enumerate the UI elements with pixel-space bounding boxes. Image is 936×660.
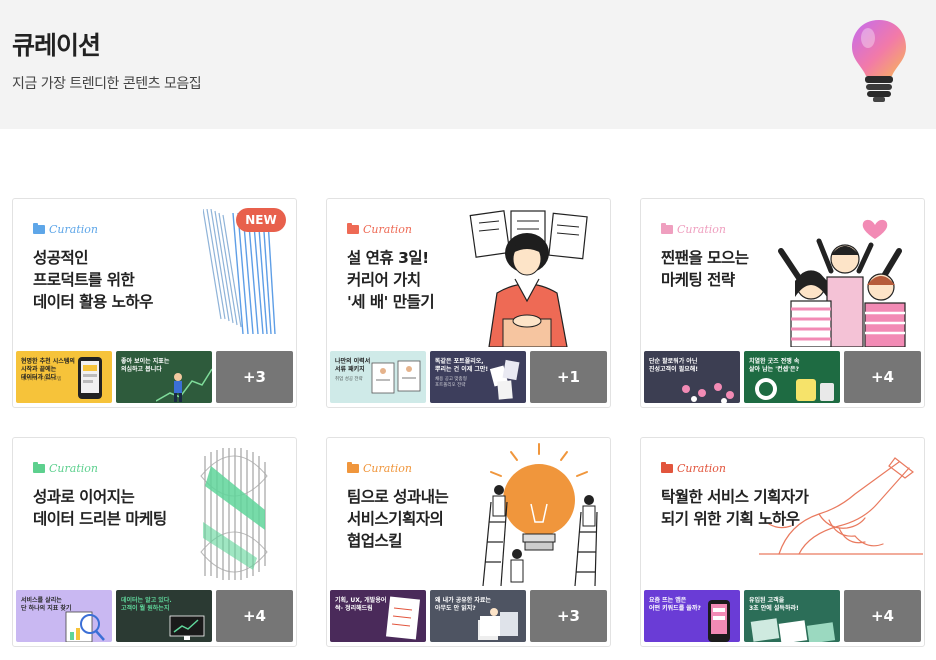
thumbnail[interactable]: 현명한 추천 시스템의 시작과 끝에는 데이터가 있다 데이터와 추천 시스템 <box>16 351 112 403</box>
tag-label: Curation <box>677 462 726 475</box>
cheering-people-illustration <box>778 219 906 347</box>
folder-icon <box>347 223 359 234</box>
card-title: 팀으로 성과내는 서비스기획자의 협업스킬 <box>347 488 449 550</box>
new-badge: NEW <box>236 208 286 232</box>
thumbnail-subtitle: 데이터와 추천 시스템 <box>21 377 62 382</box>
curation-tag: Curation <box>347 462 412 475</box>
app-phone-illustration <box>708 600 730 642</box>
tag-label: Curation <box>49 462 98 475</box>
thumbnail[interactable]: 나만의 이력서 서류 패키지 취업 성공 전략 <box>330 351 426 403</box>
thumbnail[interactable]: 똑같은 포트폴리오, 뿌리는 건 이제 그만! 채용 공고 맞춤형 포트폴리오 … <box>430 351 526 403</box>
phone-mockup-icon <box>78 357 102 399</box>
thumbnail-title: 똑같은 포트폴리오, 뿌리는 건 이제 그만! <box>435 358 489 373</box>
landing-pages-illustration <box>750 618 836 642</box>
card-title: 성공적인 프로덕트를 위한 데이터 활용 노하우 <box>33 249 153 311</box>
thumbnail[interactable]: 단순 팔로워가 아닌 진성고객이 필요해! <box>644 351 740 403</box>
more-count-button[interactable]: +4 <box>844 590 921 642</box>
curation-card-data-product[interactable]: Curation 성공적인 프로덕트를 위한 데이터 활용 노하우 NEW 현명… <box>12 198 297 408</box>
chart-person-illustration <box>156 368 212 402</box>
card-title: 설 연휴 3일! 커리어 가치 '세 배' 만들기 <box>347 249 435 311</box>
folder-icon <box>661 223 673 234</box>
page-subtitle: 지금 가장 트렌디한 콘텐츠 모음집 <box>12 76 202 92</box>
thumbnail-title: 치열한 굿즈 전쟁 속 살아 남는 '컨셉'은? <box>749 358 800 373</box>
folder-icon <box>347 462 359 473</box>
card-thumbnails: 서비스를 살리는 단 하나의 지표 찾기 데이터는 알고 있다. 고객이 뭘 원… <box>16 590 293 642</box>
thumbnail[interactable]: 데이터는 알고 있다. 고객이 뭘 원하는지 <box>116 590 212 642</box>
papers-icon <box>489 359 520 400</box>
thumbnail-title: 유입된 고객을 3초 안에 설득하라! <box>749 597 799 612</box>
more-count-button[interactable]: +4 <box>844 351 921 403</box>
thumbnail-title: 데이터는 알고 있다. 고객이 뭘 원하는지 <box>121 597 172 612</box>
curation-card-fan-marketing[interactable]: Curation 찐팬을 모으는 마케팅 전략 단순 팔로워가 아닌 진성고객이… <box>640 198 925 408</box>
person-hanbok-illustration <box>469 210 588 347</box>
tag-label: Curation <box>363 223 412 236</box>
card-title: 찐팬을 모으는 마케팅 전략 <box>661 249 749 289</box>
thumbnail[interactable]: 기획, UX, 개발용어 싹- 정리해드림 <box>330 590 426 642</box>
card-cover: Curation 팀으로 성과내는 서비스기획자의 협업스킬 <box>327 438 610 586</box>
tag-label: Curation <box>677 223 726 236</box>
figure-eight-illustration <box>200 448 268 580</box>
curation-tag: Curation <box>33 223 98 236</box>
pins-illustration <box>682 383 734 403</box>
curation-tag: Curation <box>347 223 412 236</box>
card-thumbnails: 단순 팔로워가 아닌 진성고객이 필요해! 치열한 굿즈 전쟁 속 살아 남는 … <box>644 351 921 403</box>
card-cover: Curation 성공적인 프로덕트를 위한 데이터 활용 노하우 NEW <box>13 199 296 347</box>
card-cover: Curation 설 연휴 3일! 커리어 가치 '세 배' 만들기 <box>327 199 610 347</box>
card-title: 탁월한 서비스 기획자가 되기 위한 기획 노하우 <box>661 488 809 528</box>
page-header: 큐레이션 지금 가장 트렌디한 콘텐츠 모음집 <box>0 0 936 129</box>
lightbulb-icon <box>852 20 906 102</box>
tag-label: Curation <box>49 223 98 236</box>
card-thumbnails: 현명한 추천 시스템의 시작과 끝에는 데이터가 있다 데이터와 추천 시스템 … <box>16 351 293 403</box>
more-count-button[interactable]: +3 <box>530 590 607 642</box>
thumbnail[interactable]: 서비스를 살리는 단 하나의 지표 찾기 <box>16 590 112 642</box>
more-count-button[interactable]: +1 <box>530 351 607 403</box>
thumbnail[interactable]: 요즘 뜨는 앱은 어떤 키워드를 쓸까? <box>644 590 740 642</box>
resume-documents-icon <box>371 360 421 394</box>
card-cover: Curation 성과로 이어지는 데이터 드리븐 마케팅 <box>13 438 296 586</box>
thumbnail-title: 기획, UX, 개발용어 싹- 정리해드림 <box>335 597 387 612</box>
curation-card-service-planning[interactable]: Curation 탁월한 서비스 기획자가 되기 위한 기획 노하우 요즘 뜨는… <box>640 437 925 647</box>
curation-tag: Curation <box>661 223 726 236</box>
card-thumbnails: 기획, UX, 개발용어 싹- 정리해드림 왜 내가 공유한 자료는 아무도 안… <box>330 590 607 642</box>
tag-label: Curation <box>363 462 412 475</box>
thumbnail[interactable]: 치열한 굿즈 전쟁 속 살아 남는 '컨셉'은? <box>744 351 840 403</box>
card-title: 성과로 이어지는 데이터 드리븐 마케팅 <box>33 488 167 528</box>
thumbnail-title: 나만의 이력서 서류 패키지 <box>335 358 371 373</box>
card-thumbnails: 나만의 이력서 서류 패키지 취업 성공 전략 똑같은 포트폴리오, 뿌리는 건… <box>330 351 607 403</box>
thumbnail[interactable]: 유입된 고객을 3초 안에 설득하라! <box>744 590 840 642</box>
thumbnail[interactable]: 좋아 보이는 지표는 의심하고 봅니다 <box>116 351 212 403</box>
card-cover: Curation 찐팬을 모으는 마케팅 전략 <box>641 199 924 347</box>
folder-icon <box>661 462 673 473</box>
curation-card-career[interactable]: Curation 설 연휴 3일! 커리어 가치 '세 배' 만들기 나만의 이… <box>326 198 611 408</box>
card-thumbnails: 요즘 뜨는 앱은 어떤 키워드를 쓸까? 유입된 고객을 3초 안에 설득하라!… <box>644 590 921 642</box>
thumbnail-subtitle: 취업 성공 전략 <box>335 377 363 382</box>
more-count-button[interactable]: +4 <box>216 590 293 642</box>
thumbnail[interactable]: 왜 내가 공유한 자료는 아무도 안 읽지? <box>430 590 526 642</box>
goods-illustration <box>755 378 834 401</box>
thumbnail-title: 요즘 뜨는 앱은 어떤 키워드를 쓸까? <box>649 597 701 612</box>
curation-card-data-driven-marketing[interactable]: Curation 성과로 이어지는 데이터 드리븐 마케팅 서비스를 살리는 단… <box>12 437 297 647</box>
magnifier-data-illustration <box>65 611 105 642</box>
notes-illustration <box>385 596 421 640</box>
thumbnail-title: 단순 팔로워가 아닌 진성고객이 필요해! <box>649 358 698 373</box>
monitor-illustration <box>169 615 205 640</box>
folder-icon <box>33 223 45 234</box>
curation-card-team-collaboration[interactable]: Curation 팀으로 성과내는 서비스기획자의 협업스킬 기획, UX, 개… <box>326 437 611 647</box>
page-title: 큐레이션 <box>12 31 101 60</box>
folder-icon <box>33 462 45 473</box>
thumbnail-subtitle: 채용 공고 맞춤형 포트폴리오 전략 <box>435 377 467 388</box>
document-stack-illustration <box>478 608 518 640</box>
curation-tag: Curation <box>661 462 726 475</box>
lightbulb-team-illustration <box>482 443 598 586</box>
more-count-button[interactable]: +3 <box>216 351 293 403</box>
card-cover: Curation 탁월한 서비스 기획자가 되기 위한 기획 노하우 <box>641 438 924 586</box>
curation-tag: Curation <box>33 462 98 475</box>
